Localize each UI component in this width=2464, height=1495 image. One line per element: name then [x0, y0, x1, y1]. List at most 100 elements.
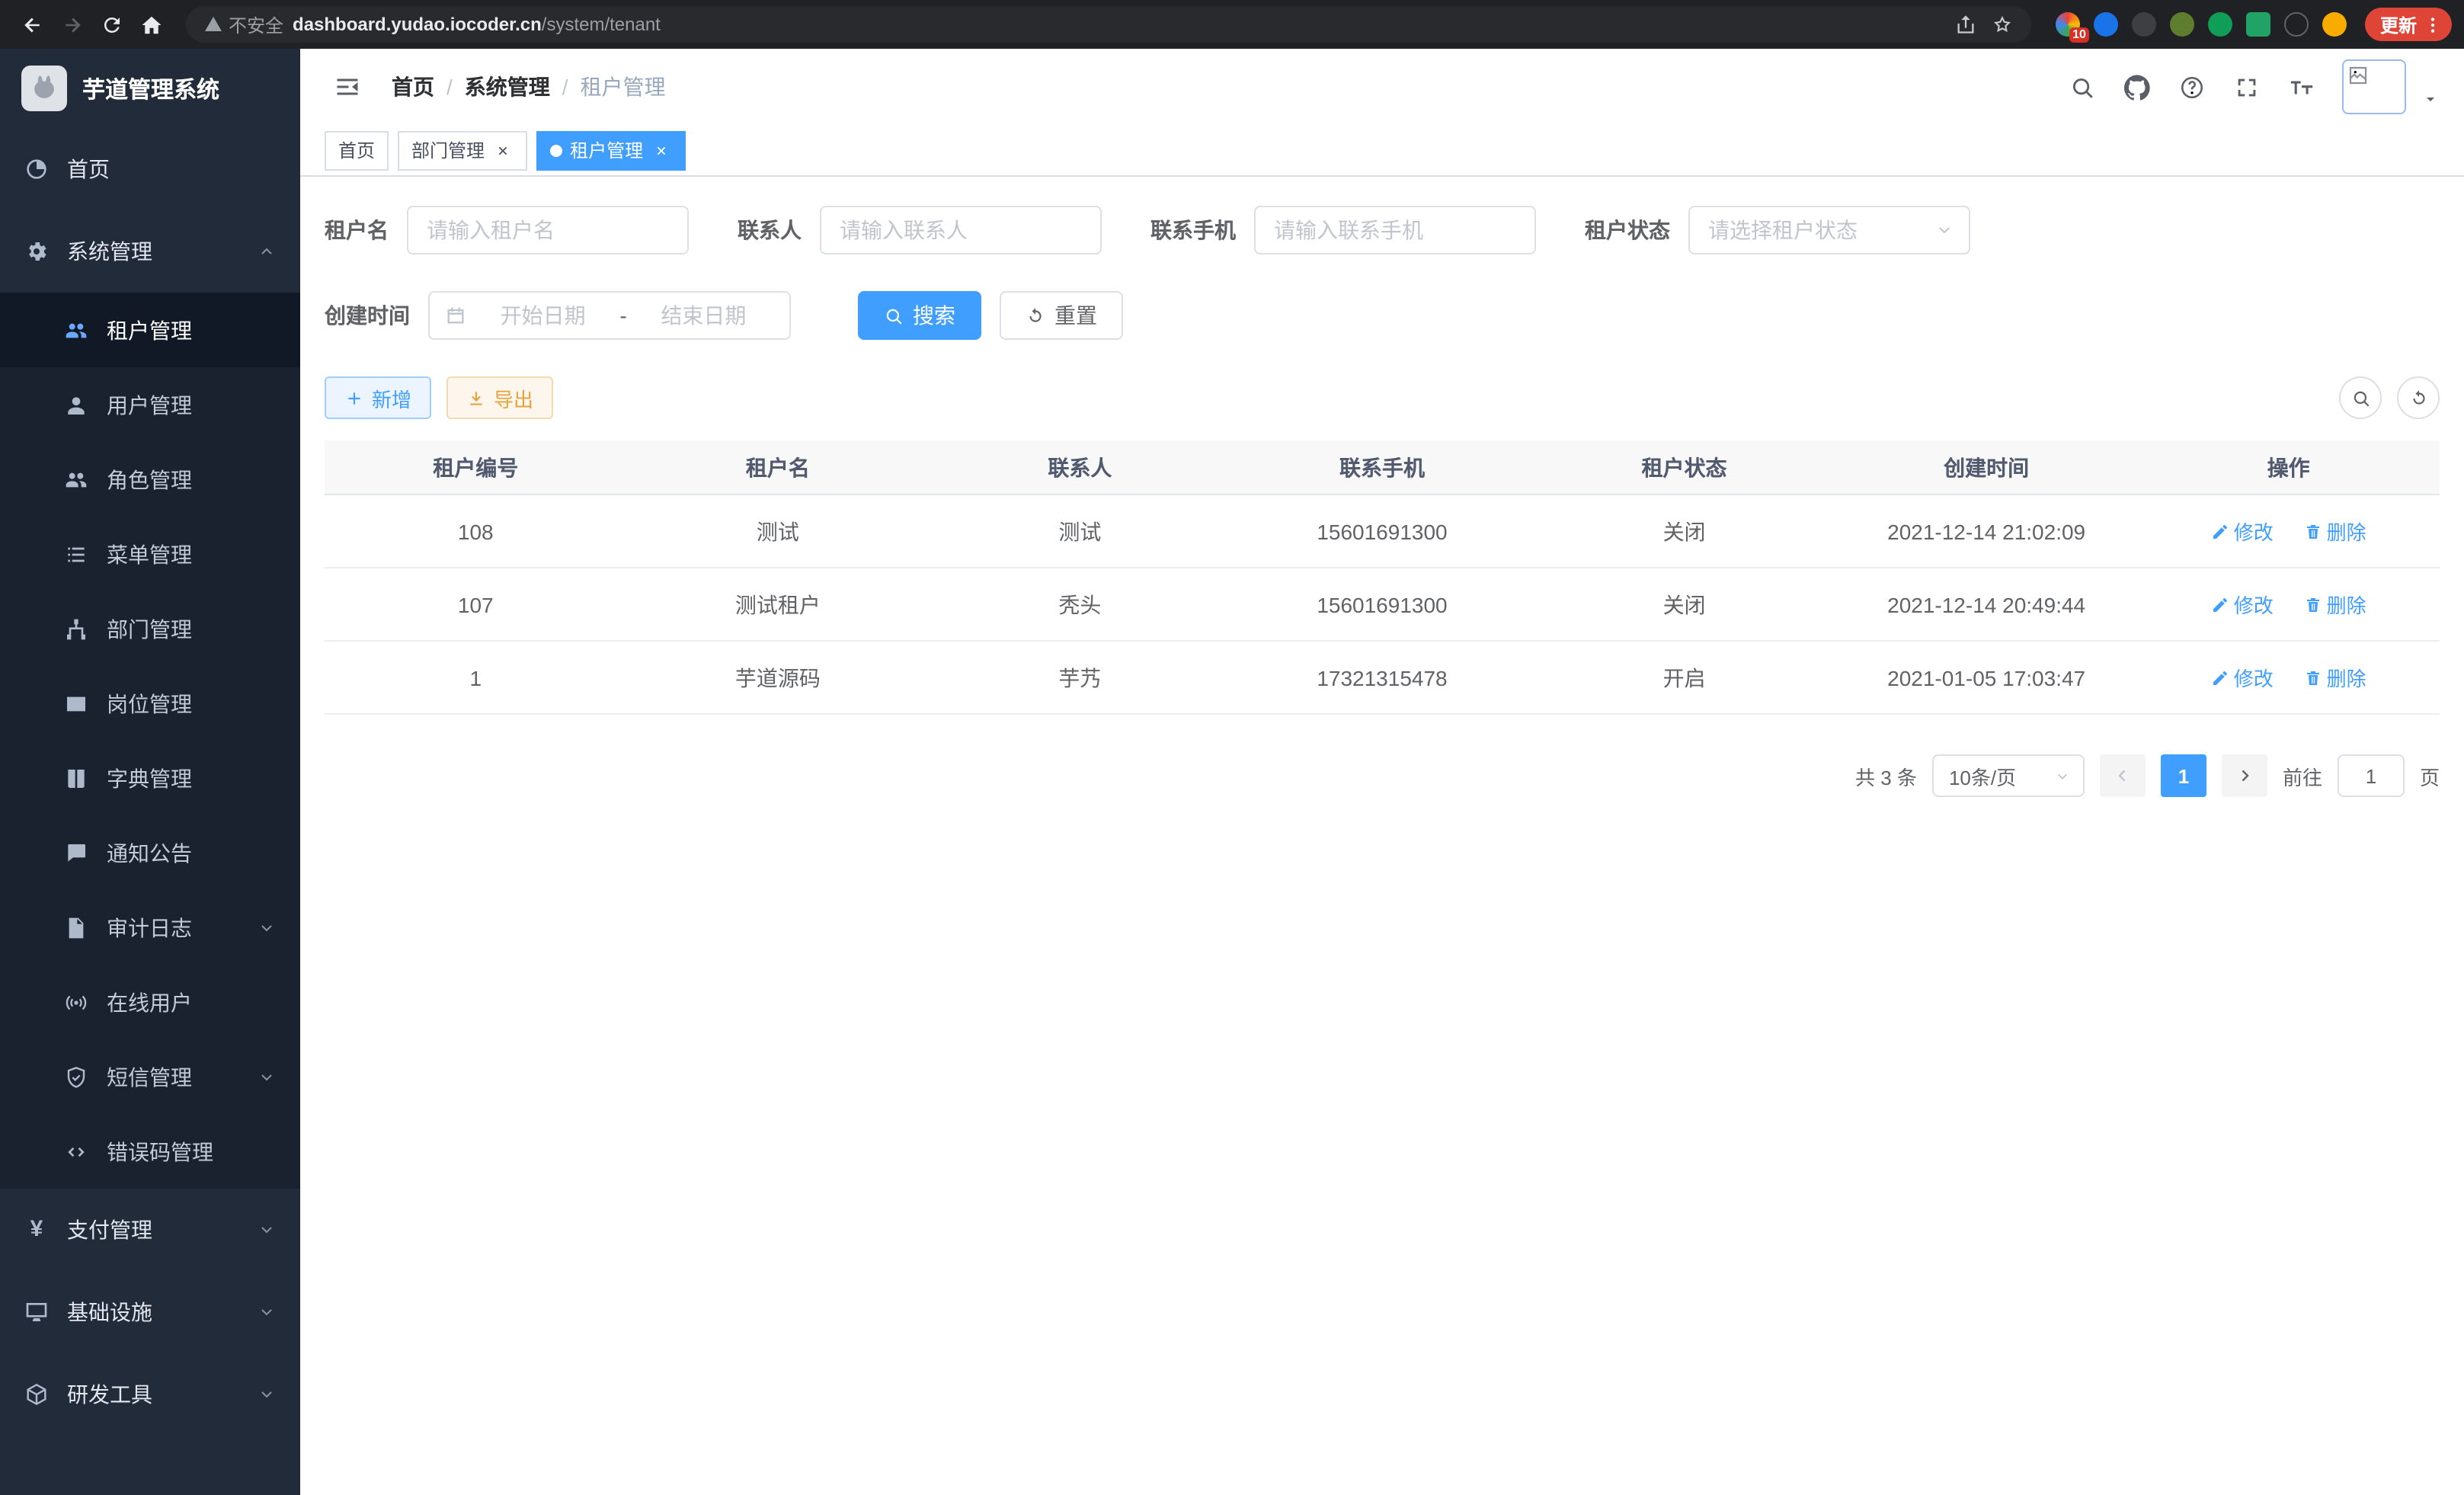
sidebar-toggle-button[interactable] [325, 64, 370, 110]
github-link-button[interactable] [2114, 64, 2159, 110]
question-icon [2178, 74, 2204, 100]
sidebar-item-error-code-mgmt[interactable]: 错误码管理 [0, 1114, 300, 1189]
sidebar-item-user-mgmt[interactable]: 用户管理 [0, 367, 300, 442]
sidebar-item-system-mgmt[interactable]: 系统管理 [0, 210, 300, 293]
edit-link[interactable]: 修改 [2211, 590, 2274, 619]
delete-link[interactable]: 删除 [2304, 590, 2366, 619]
search-button[interactable]: 搜索 [858, 291, 981, 340]
browser-update-button[interactable]: 更新 [2365, 8, 2452, 41]
refresh-table-button[interactable] [2397, 376, 2440, 419]
page-1-button[interactable]: 1 [2161, 754, 2206, 797]
breadcrumb-item-system[interactable]: 系统管理 [465, 72, 550, 102]
edit-link[interactable]: 修改 [2211, 517, 2274, 546]
toggle-search-button[interactable] [2339, 376, 2382, 419]
prev-page-button[interactable] [2100, 754, 2146, 797]
sidebar-item-home[interactable]: 首页 [0, 128, 300, 210]
font-size-button[interactable] [2278, 64, 2324, 110]
delete-link[interactable]: 删除 [2304, 663, 2366, 692]
sidebar-item-online-users[interactable]: 在线用户 [0, 965, 300, 1039]
export-button-label: 导出 [494, 383, 533, 412]
sidebar-item-dev-tools[interactable]: 研发工具 [0, 1353, 300, 1436]
sidebar-item-notice[interactable]: 通知公告 [0, 815, 300, 890]
sidebar-item-menu-mgmt[interactable]: 菜单管理 [0, 517, 300, 591]
menu-dots-icon[interactable] [2423, 14, 2443, 34]
tab-dept-mgmt[interactable]: 部门管理 [398, 130, 527, 170]
address-bar[interactable]: 不安全 dashboard.yudao.iocoder.cn/system/te… [186, 6, 2031, 43]
refresh-icon [2408, 388, 2428, 408]
sidebar: 芋道管理系统 首页 系统管理 租户管理 用户管理 [0, 49, 300, 1495]
update-label: 更新 [2380, 11, 2417, 37]
site-security[interactable]: 不安全 [204, 11, 283, 37]
share-icon[interactable] [1955, 14, 1976, 35]
next-page-button[interactable] [2222, 754, 2267, 797]
profile-avatar-icon[interactable] [2322, 12, 2347, 37]
app-logo-row[interactable]: 芋道管理系统 [0, 49, 300, 128]
id-card-icon [64, 691, 88, 715]
table-row[interactable]: 1 芋道源码 芋艿 17321315478 开启 2021-01-05 17:0… [325, 642, 2440, 715]
breadcrumb: 首页 / 系统管理 / 租户管理 [392, 72, 666, 102]
reset-button[interactable]: 重置 [1000, 291, 1123, 340]
goto-page-input[interactable] [2338, 754, 2405, 797]
cell-mobile: 15601691300 [1231, 592, 1534, 616]
date-separator: - [619, 303, 626, 328]
plus-icon [344, 388, 364, 408]
cell-created: 2021-01-05 17:03:47 [1835, 665, 2138, 690]
tab-tenant-mgmt[interactable]: 租户管理 [536, 130, 686, 170]
table-row[interactable]: 108 测试 测试 15601691300 关闭 2021-12-14 21:0… [325, 495, 2440, 568]
page-size-select[interactable]: 10条/页 [1932, 754, 2085, 797]
sidebar-item-label: 菜单管理 [107, 539, 192, 569]
export-button[interactable]: 导出 [446, 376, 553, 419]
browser-home-button[interactable] [131, 5, 171, 44]
extension-icon[interactable] [2208, 12, 2232, 37]
edit-link[interactable]: 修改 [2211, 663, 2274, 692]
extension-icon[interactable] [2170, 12, 2194, 37]
system-submenu: 租户管理 用户管理 角色管理 菜单管理 部门管理 [0, 293, 300, 1189]
fullscreen-button[interactable] [2223, 64, 2269, 110]
extension-icon[interactable] [2132, 12, 2156, 37]
header-search-button[interactable] [2059, 64, 2104, 110]
date-range-picker[interactable]: 开始日期 - 结束日期 [428, 291, 791, 340]
search-button-label: 搜索 [913, 300, 955, 331]
download-icon [466, 388, 486, 408]
browser-forward-button[interactable] [52, 5, 91, 44]
bookmark-star-icon[interactable] [1992, 14, 2013, 35]
breadcrumb-item-home[interactable]: 首页 [392, 72, 434, 102]
browser-back-button[interactable] [12, 5, 52, 44]
tab-close-button[interactable] [651, 139, 672, 161]
sidebar-item-tenant-mgmt[interactable]: 租户管理 [0, 293, 300, 367]
sidebar-item-dept-mgmt[interactable]: 部门管理 [0, 591, 300, 666]
sidebar-item-sms-mgmt[interactable]: 短信管理 [0, 1039, 300, 1114]
sidebar-item-label: 角色管理 [107, 464, 192, 495]
extension-icon[interactable] [2246, 12, 2270, 37]
delete-link[interactable]: 删除 [2304, 517, 2366, 546]
mobile-input[interactable] [1254, 206, 1536, 255]
help-button[interactable] [2168, 64, 2214, 110]
extension-icon[interactable]: 10 [2056, 12, 2080, 37]
sidebar-item-payment-mgmt[interactable]: ¥ 支付管理 [0, 1189, 300, 1271]
cell-created: 2021-12-14 21:02:09 [1835, 519, 2138, 543]
tab-close-button[interactable] [492, 139, 514, 161]
table-row[interactable]: 107 测试租户 秃头 15601691300 关闭 2021-12-14 20… [325, 568, 2440, 642]
browser-reload-button[interactable] [91, 5, 131, 44]
user-avatar[interactable] [2342, 59, 2406, 114]
status-select[interactable]: 请选择租户状态 [1688, 206, 1970, 255]
caret-down-icon[interactable] [2421, 90, 2440, 108]
sidebar-item-label: 错误码管理 [107, 1136, 213, 1167]
column-header: 租户编号 [325, 452, 627, 482]
sidebar-item-audit-log[interactable]: 审计日志 [0, 890, 300, 965]
column-header: 租户名 [627, 452, 930, 482]
sidebar-item-infrastructure[interactable]: 基础设施 [0, 1271, 300, 1353]
sidebar-item-dict-mgmt[interactable]: 字典管理 [0, 741, 300, 815]
contact-input[interactable] [820, 206, 1102, 255]
tenant-name-input[interactable] [407, 206, 689, 255]
cell-status: 开启 [1533, 662, 1835, 693]
tab-home[interactable]: 首页 [325, 130, 389, 170]
add-button[interactable]: 新增 [325, 376, 431, 419]
sidebar-item-post-mgmt[interactable]: 岗位管理 [0, 666, 300, 741]
extension-icon[interactable] [2094, 12, 2118, 37]
reset-button-label: 重置 [1054, 300, 1097, 331]
url-path: /system/tenant [542, 14, 661, 35]
puzzle-extension-icon[interactable] [2284, 12, 2309, 37]
logo-bunny-icon [27, 72, 61, 105]
sidebar-item-role-mgmt[interactable]: 角色管理 [0, 442, 300, 517]
